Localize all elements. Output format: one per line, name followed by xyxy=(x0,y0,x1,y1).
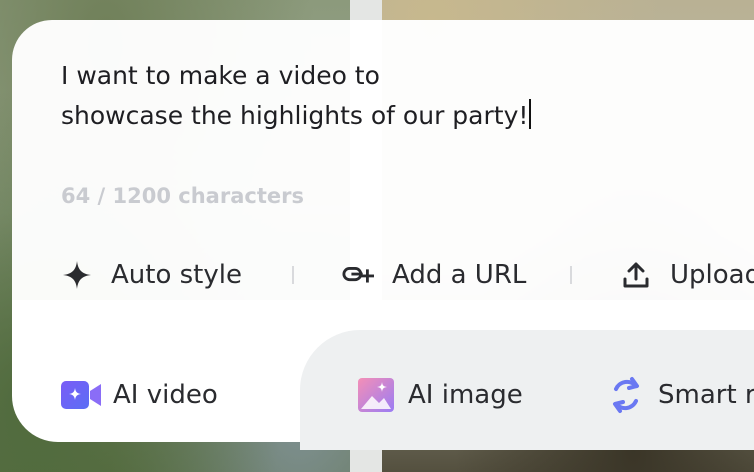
action-separator xyxy=(570,266,572,284)
upload-label: Upload xyxy=(670,260,754,290)
text-caret xyxy=(529,99,532,129)
upload-button[interactable]: Upload xyxy=(620,255,754,295)
image-icon xyxy=(356,377,396,413)
prompt-text: I want to make a video to showcase the h… xyxy=(61,61,529,130)
upload-icon xyxy=(620,259,652,291)
auto-style-label: Auto style xyxy=(111,260,242,290)
add-url-button[interactable]: Add a URL xyxy=(342,255,526,295)
smart-tab[interactable]: Smart r xyxy=(606,374,754,416)
character-counter: 64 / 1200 characters xyxy=(61,184,304,208)
prompt-input[interactable]: I want to make a video to showcase the h… xyxy=(61,56,701,136)
refresh-icon xyxy=(606,377,646,413)
auto-style-button[interactable]: Auto style xyxy=(61,255,242,295)
ai-video-label: AI video xyxy=(113,380,218,410)
ai-video-tab[interactable]: AI video xyxy=(61,374,218,416)
sparkle-icon xyxy=(61,259,93,291)
action-separator xyxy=(292,266,294,284)
smart-label: Smart r xyxy=(658,380,754,410)
link-add-icon xyxy=(342,259,374,291)
add-url-label: Add a URL xyxy=(392,260,527,290)
ai-image-tab[interactable]: AI image xyxy=(356,374,523,416)
video-camera-icon xyxy=(61,377,101,413)
ai-image-label: AI image xyxy=(408,380,523,410)
